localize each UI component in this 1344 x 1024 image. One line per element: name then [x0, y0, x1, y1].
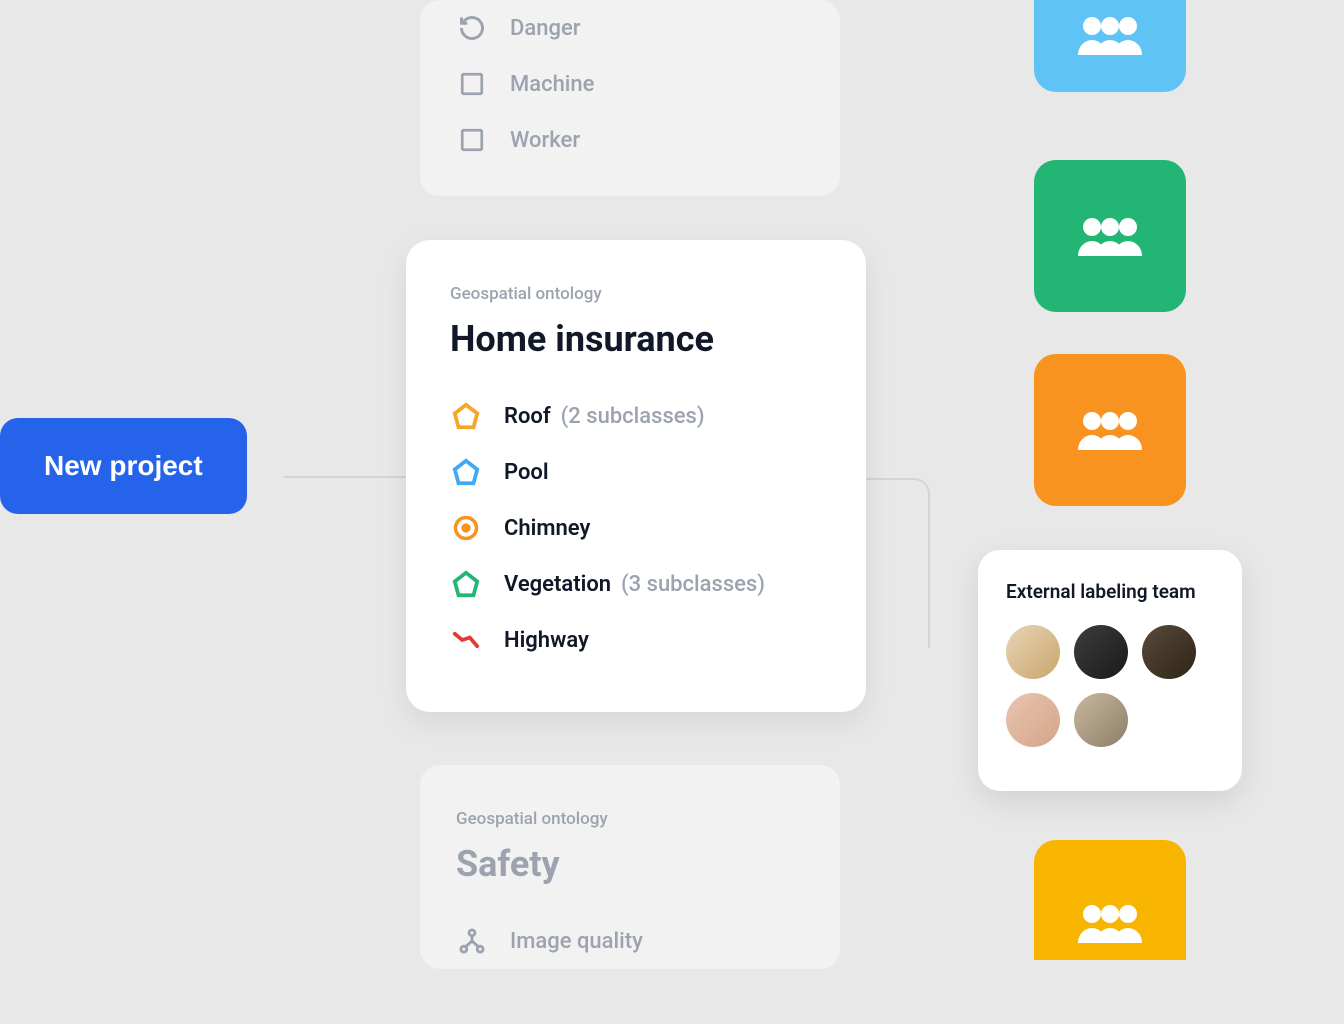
card-category: Geospatial ontology [450, 284, 822, 304]
checkbox-icon [456, 68, 488, 100]
people-icon [1070, 211, 1150, 261]
card-title: Home insurance [450, 318, 822, 360]
connector-line [866, 478, 930, 648]
class-item[interactable]: Pool [450, 444, 822, 500]
team-tile[interactable] [1034, 354, 1186, 506]
class-item[interactable]: Vegetation (3 subclasses) [450, 556, 822, 612]
avatar[interactable] [1006, 693, 1060, 747]
class-label: Machine [510, 72, 594, 97]
class-item[interactable]: Danger [456, 0, 804, 56]
ontology-card-main[interactable]: Geospatial ontology Home insurance Roof … [406, 240, 866, 712]
class-label: Image quality [510, 929, 643, 954]
avatar[interactable] [1006, 625, 1060, 679]
class-label: Worker [510, 128, 580, 153]
class-label: Chimney [504, 516, 590, 541]
pentagon-icon [450, 400, 482, 432]
circle-dot-icon [450, 512, 482, 544]
checkbox-icon [456, 124, 488, 156]
card-category: Geospatial ontology [456, 809, 804, 829]
ontology-card-top: Danger Machine Worker [420, 0, 840, 196]
avatar[interactable] [1074, 625, 1128, 679]
new-project-label: New project [44, 450, 203, 481]
class-label: Highway [504, 628, 589, 653]
team-tile[interactable] [1034, 840, 1186, 960]
class-item[interactable]: Machine [456, 56, 804, 112]
class-item[interactable]: Chimney [450, 500, 822, 556]
external-team-card[interactable]: External labeling team [978, 550, 1242, 791]
avatar-row [1006, 625, 1214, 679]
pentagon-icon [450, 568, 482, 600]
class-item[interactable]: Worker [456, 112, 804, 168]
class-label: Pool [504, 460, 549, 485]
avatar[interactable] [1142, 625, 1196, 679]
polyline-icon [450, 624, 482, 656]
class-subcount: (2 subclasses) [561, 404, 705, 429]
avatar[interactable] [1074, 693, 1128, 747]
class-item[interactable]: Highway [450, 612, 822, 668]
ontology-card-bottom: Geospatial ontology Safety Image quality [420, 765, 840, 969]
hierarchy-icon [456, 925, 488, 957]
avatar-row [1006, 693, 1214, 747]
pentagon-icon [450, 456, 482, 488]
people-icon [1070, 10, 1150, 60]
class-item[interactable]: Image quality [456, 913, 804, 969]
class-item[interactable]: Roof (2 subclasses) [450, 388, 822, 444]
people-icon [1070, 405, 1150, 455]
connector-line [284, 476, 406, 478]
team-tile[interactable] [1034, 160, 1186, 312]
people-icon [1070, 898, 1150, 948]
team-tile[interactable] [1034, 0, 1186, 92]
card-title: Safety [456, 843, 804, 885]
class-label: Danger [510, 16, 581, 41]
cycle-icon [456, 12, 488, 44]
class-label: Vegetation [504, 572, 611, 597]
class-label: Roof [504, 404, 551, 429]
class-subcount: (3 subclasses) [621, 572, 765, 597]
new-project-button[interactable]: New project [0, 418, 247, 514]
external-team-title: External labeling team [1006, 580, 1214, 603]
